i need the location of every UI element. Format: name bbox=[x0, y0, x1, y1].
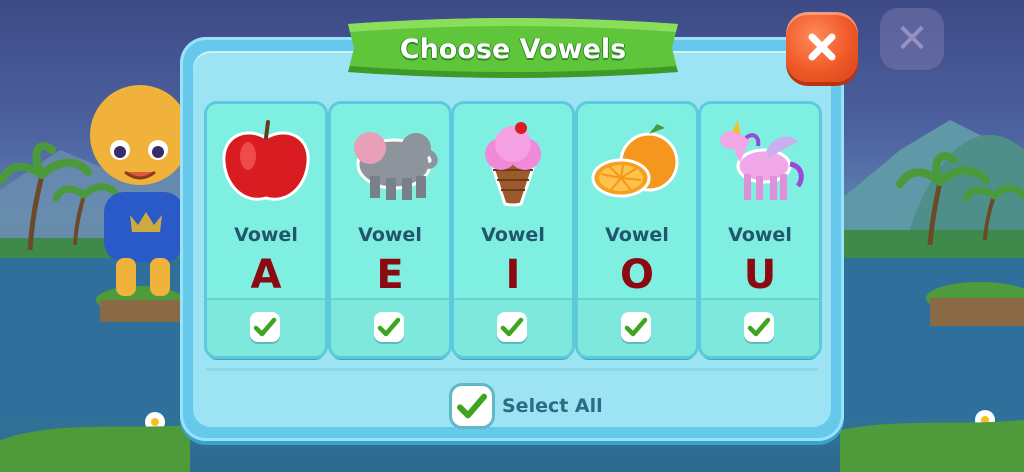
dialog-title: Choose Vowels bbox=[399, 33, 627, 65]
card-letter: O bbox=[619, 252, 654, 298]
checkmark-icon bbox=[624, 317, 648, 337]
card-letter: U bbox=[743, 252, 777, 298]
card-checkbox[interactable] bbox=[250, 312, 280, 342]
checkmark-icon bbox=[253, 317, 277, 337]
card-label: Vowel bbox=[728, 224, 792, 246]
select-all-toggle[interactable]: Select All bbox=[452, 384, 622, 428]
checkmark-icon bbox=[500, 317, 524, 337]
vowel-card-o[interactable]: Vowel O bbox=[578, 104, 696, 356]
panel-divider bbox=[205, 368, 819, 371]
card-checkbox[interactable] bbox=[497, 312, 527, 342]
background-close-icon: ✕ bbox=[880, 8, 944, 70]
card-checkbox[interactable] bbox=[374, 312, 404, 342]
close-x-icon bbox=[808, 33, 836, 61]
ice-cream-icon bbox=[485, 122, 541, 207]
close-button[interactable] bbox=[786, 12, 858, 82]
vowel-card-e[interactable]: Vowel E bbox=[331, 104, 449, 356]
card-label: Vowel bbox=[234, 224, 298, 246]
card-label: Vowel bbox=[605, 224, 669, 246]
vowel-card-u[interactable]: Vowel U bbox=[701, 104, 819, 356]
select-all-label: Select All bbox=[502, 395, 603, 417]
card-letter: E bbox=[376, 252, 404, 298]
card-label: Vowel bbox=[358, 224, 422, 246]
checkmark-icon bbox=[377, 317, 401, 337]
card-checkbox[interactable] bbox=[621, 312, 651, 342]
unicorn-icon bbox=[720, 120, 804, 200]
card-letter: I bbox=[505, 252, 521, 298]
card-checkbox[interactable] bbox=[744, 312, 774, 342]
card-label: Vowel bbox=[481, 224, 545, 246]
apple-icon bbox=[222, 120, 310, 201]
vowel-card-a[interactable]: Vowel A bbox=[207, 104, 325, 356]
card-letter: A bbox=[250, 252, 282, 298]
checkmark-icon bbox=[747, 317, 771, 337]
checkmark-icon bbox=[457, 393, 487, 419]
select-all-checkbox[interactable] bbox=[452, 386, 492, 426]
vowel-card-i[interactable]: Vowel I bbox=[454, 104, 572, 356]
elephant-icon bbox=[354, 132, 438, 200]
orange-icon bbox=[591, 124, 679, 198]
